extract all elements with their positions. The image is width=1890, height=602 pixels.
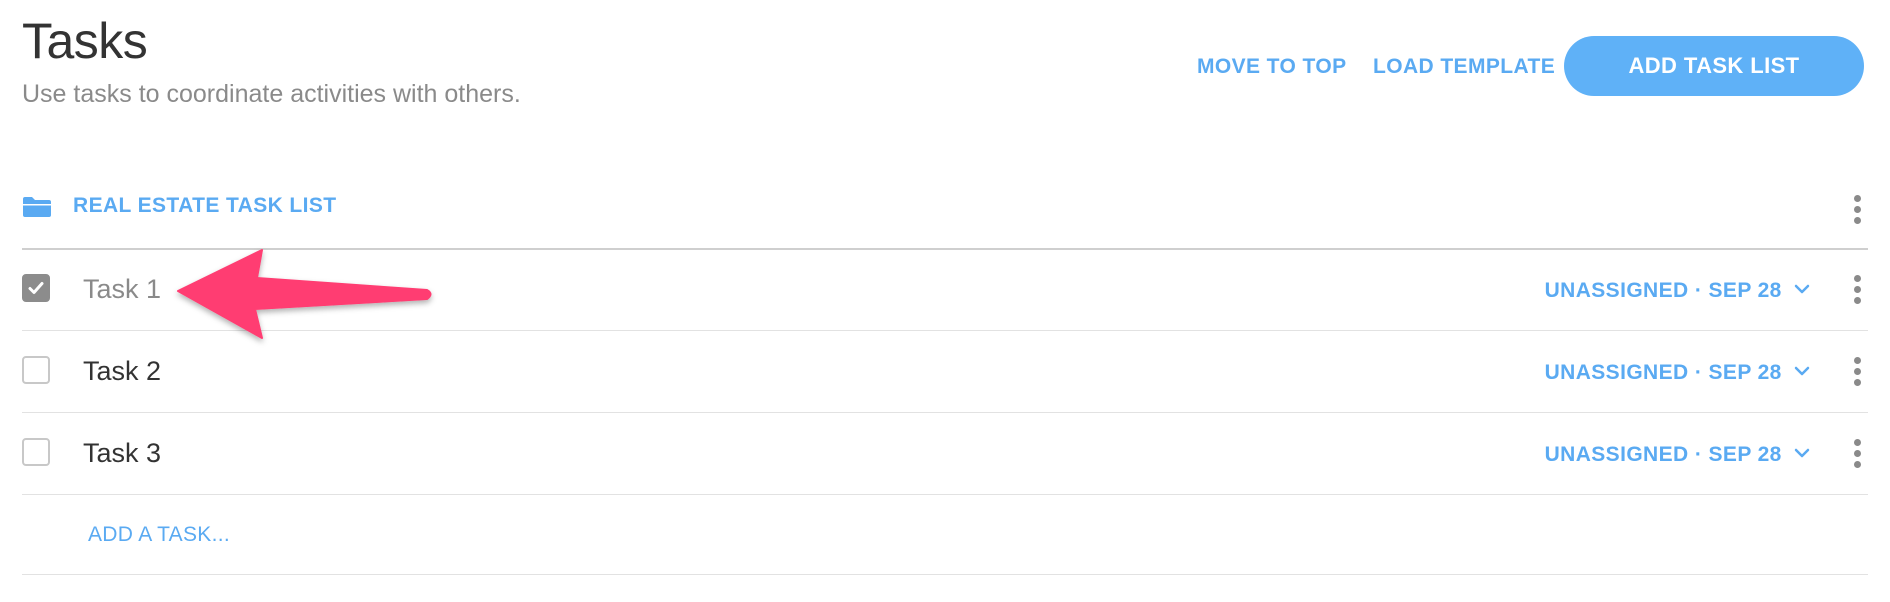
- meta-separator: ·: [1694, 361, 1703, 384]
- task-name[interactable]: Task 2: [83, 358, 161, 385]
- task-assignment-dropdown[interactable]: UNASSIGNED · SEP 28: [1545, 444, 1810, 465]
- task-row: Task 1 UNASSIGNED · SEP 28: [22, 250, 1868, 331]
- chevron-down-icon: [1794, 448, 1810, 458]
- meta-separator: ·: [1694, 443, 1703, 466]
- task-assignee: UNASSIGNED: [1544, 443, 1689, 466]
- task-name[interactable]: Task 1: [83, 276, 161, 303]
- task-checkbox[interactable]: [22, 438, 50, 466]
- task-menu-icon[interactable]: [1846, 436, 1870, 472]
- task-menu-icon[interactable]: [1846, 354, 1870, 390]
- move-to-top-link[interactable]: MOVE TO TOP: [1197, 56, 1346, 77]
- task-due-date: SEP 28: [1708, 361, 1782, 384]
- task-list-header: REAL ESTATE TASK LIST: [22, 186, 1868, 250]
- task-row: Task 2 UNASSIGNED · SEP 28: [22, 332, 1868, 413]
- task-assignee: UNASSIGNED: [1544, 279, 1689, 302]
- task-assignment-dropdown[interactable]: UNASSIGNED · SEP 28: [1545, 362, 1810, 383]
- load-template-link[interactable]: LOAD TEMPLATE: [1373, 56, 1555, 77]
- task-due-date: SEP 28: [1708, 443, 1782, 466]
- chevron-down-icon: [1794, 366, 1810, 376]
- page-title: Tasks: [22, 13, 148, 69]
- page-subtitle: Use tasks to coordinate activities with …: [22, 80, 521, 108]
- add-task-list-button[interactable]: ADD TASK LIST: [1564, 36, 1864, 96]
- add-task-row: ADD A TASK...: [22, 494, 1868, 575]
- meta-separator: ·: [1694, 279, 1703, 302]
- task-assignee: UNASSIGNED: [1544, 361, 1689, 384]
- folder-icon: [22, 196, 52, 223]
- task-list-menu-icon[interactable]: [1846, 192, 1870, 228]
- task-assignment-dropdown[interactable]: UNASSIGNED · SEP 28: [1545, 280, 1810, 301]
- task-list-title[interactable]: REAL ESTATE TASK LIST: [73, 195, 337, 216]
- task-checkbox[interactable]: [22, 274, 50, 302]
- task-due-date: SEP 28: [1708, 279, 1782, 302]
- checkmark-icon: [28, 282, 44, 294]
- task-row: Task 3 UNASSIGNED · SEP 28: [22, 414, 1868, 495]
- tasks-page: Tasks Use tasks to coordinate activities…: [0, 0, 1890, 602]
- task-name[interactable]: Task 3: [83, 440, 161, 467]
- chevron-down-icon: [1794, 284, 1810, 294]
- task-checkbox[interactable]: [22, 356, 50, 384]
- task-menu-icon[interactable]: [1846, 272, 1870, 308]
- add-task-link[interactable]: ADD A TASK...: [88, 524, 230, 545]
